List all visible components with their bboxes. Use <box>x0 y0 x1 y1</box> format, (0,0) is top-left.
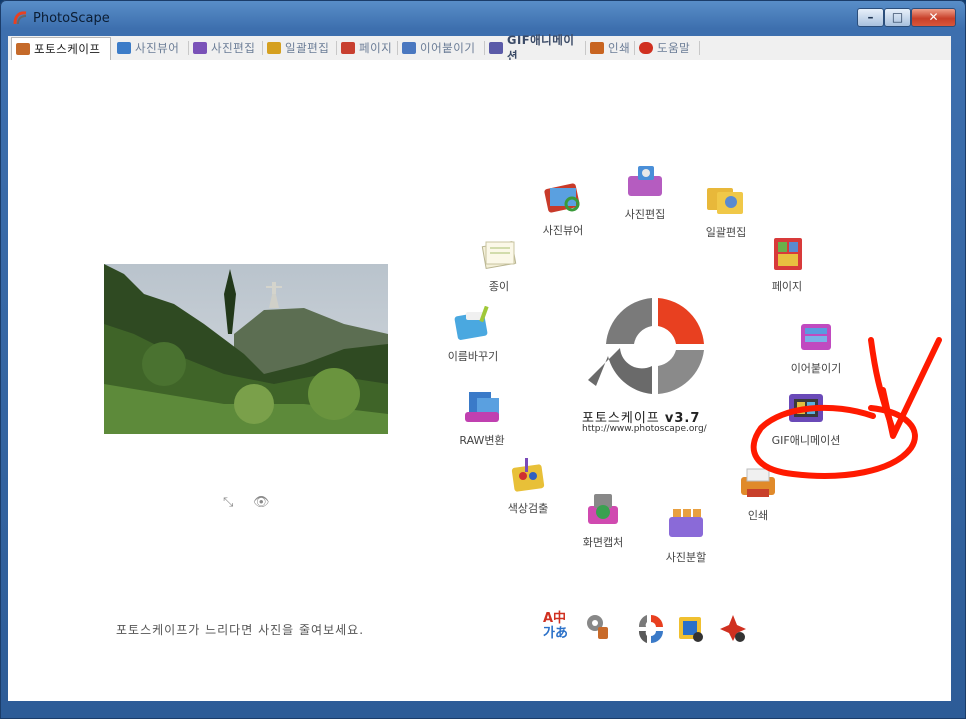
close-button[interactable]: ✕ <box>911 8 956 27</box>
maximize-button[interactable]: □ <box>884 8 911 27</box>
tab-viewer[interactable]: 사진뷰어 <box>113 38 187 58</box>
raw-converter-icon <box>465 392 499 422</box>
tab-editor[interactable]: 사진편집 <box>189 38 262 58</box>
menu-editor[interactable]: 사진편집 <box>600 164 690 222</box>
home-icon <box>16 43 30 55</box>
menu-paper[interactable]: 종이 <box>454 236 544 294</box>
viewer-icon <box>544 183 580 213</box>
tab-label: 이어붙이기 <box>420 41 476 55</box>
menu-label: 화면캡처 <box>582 536 624 549</box>
editor-icon <box>628 166 662 196</box>
menu-label: 종이 <box>488 280 510 293</box>
annotation-circle <box>750 337 942 479</box>
title-bar[interactable]: PhotoScape – □ ✕ <box>0 0 966 34</box>
language-glyph-top: A中 <box>543 611 567 626</box>
tab-print[interactable]: 인쇄 <box>586 38 634 58</box>
preview-photo <box>104 264 388 434</box>
menu-label: RAW변환 <box>459 434 505 447</box>
tab-label: 페이지 <box>359 41 393 55</box>
minimize-icon: – <box>867 10 874 24</box>
tab-bar: 포토스케이프 사진뷰어 사진편집 일괄편집 페이지 이어붙이기 GIF애니메이션… <box>8 33 951 63</box>
hint-text: 포토스케이프가 느리다면 사진을 줄여보세요. <box>116 623 365 637</box>
splitter-icon <box>669 509 703 537</box>
batch-icon <box>707 188 743 214</box>
tab-help[interactable]: 도움말 <box>635 38 699 58</box>
language-icon: A中 가あ <box>543 611 573 641</box>
menu-label: 사진뷰어 <box>542 224 584 237</box>
menu-raw-converter[interactable]: RAW변환 <box>437 390 527 448</box>
eye-icon[interactable]: 👁 <box>253 495 270 510</box>
page-icon <box>341 42 355 54</box>
tab-gif[interactable]: GIF애니메이션 <box>485 33 585 63</box>
gif-icon <box>489 42 503 54</box>
menu-color-picker[interactable]: 색상검출 <box>483 458 573 516</box>
window-title: PhotoScape <box>33 11 110 26</box>
menu-viewer[interactable]: 사진뷰어 <box>518 180 608 238</box>
tab-label: 포토스케이프 <box>34 42 101 56</box>
close-icon: ✕ <box>928 10 939 24</box>
tab-combine[interactable]: 이어붙이기 <box>398 38 484 58</box>
page-icon <box>774 238 802 270</box>
paper-icon <box>481 240 517 270</box>
app-logo-icon <box>13 11 27 25</box>
rename-icon <box>454 305 489 340</box>
zoom-icon[interactable]: ⤡ <box>223 495 233 510</box>
menu-page[interactable]: 페이지 <box>742 236 832 294</box>
menu-label: 사진분할 <box>665 551 707 564</box>
tab-label: 사진편집 <box>211 41 256 55</box>
menu-label: 이름바꾸기 <box>447 350 499 363</box>
screen-capture-icon <box>588 494 618 524</box>
tab-label: 일괄편집 <box>285 41 330 55</box>
language-button[interactable]: A中 가あ <box>543 611 573 645</box>
tab-label: 도움말 <box>657 41 691 55</box>
help-icon <box>639 42 653 54</box>
tab-label: 사진뷰어 <box>135 41 180 55</box>
tab-batch[interactable]: 일괄편집 <box>263 38 336 58</box>
photo-icon[interactable] <box>676 611 706 645</box>
print-icon <box>590 42 604 54</box>
tab-page[interactable]: 페이지 <box>337 38 397 58</box>
home-panel: ⤡ 👁 포토스케이프가 느리다면 사진을 줄여보세요. 포토스케이프 v3.7 … <box>8 60 951 701</box>
batch-icon <box>267 42 281 54</box>
menu-splitter[interactable]: 사진분할 <box>641 507 731 565</box>
photoscape-logo <box>588 298 704 394</box>
tools-icon[interactable] <box>584 611 614 645</box>
logo-url: http://www.photoscape.org/ <box>582 424 707 434</box>
color-picker-icon <box>511 458 545 492</box>
minimize-button[interactable]: – <box>857 8 884 27</box>
game-icon[interactable] <box>718 611 748 645</box>
tab-label: 인쇄 <box>608 41 631 55</box>
tab-home[interactable]: 포토스케이프 <box>11 37 111 60</box>
menu-label: 사진편집 <box>624 208 666 221</box>
menu-batch[interactable]: 일괄편집 <box>681 182 771 240</box>
combine-icon <box>402 42 416 54</box>
app-window: PhotoScape – □ ✕ 포토스케이프 사진뷰어 사진편집 일괄편집 페… <box>0 0 966 719</box>
photoscape-x-icon[interactable] <box>636 611 666 645</box>
language-glyph-bottom: 가あ <box>543 626 568 641</box>
menu-rename[interactable]: 이름바꾸기 <box>428 305 518 364</box>
maximize-icon: □ <box>891 10 904 24</box>
viewer-icon <box>117 42 131 54</box>
menu-label: 페이지 <box>771 280 803 293</box>
editor-icon <box>193 42 207 54</box>
menu-label: 색상검출 <box>507 502 549 515</box>
